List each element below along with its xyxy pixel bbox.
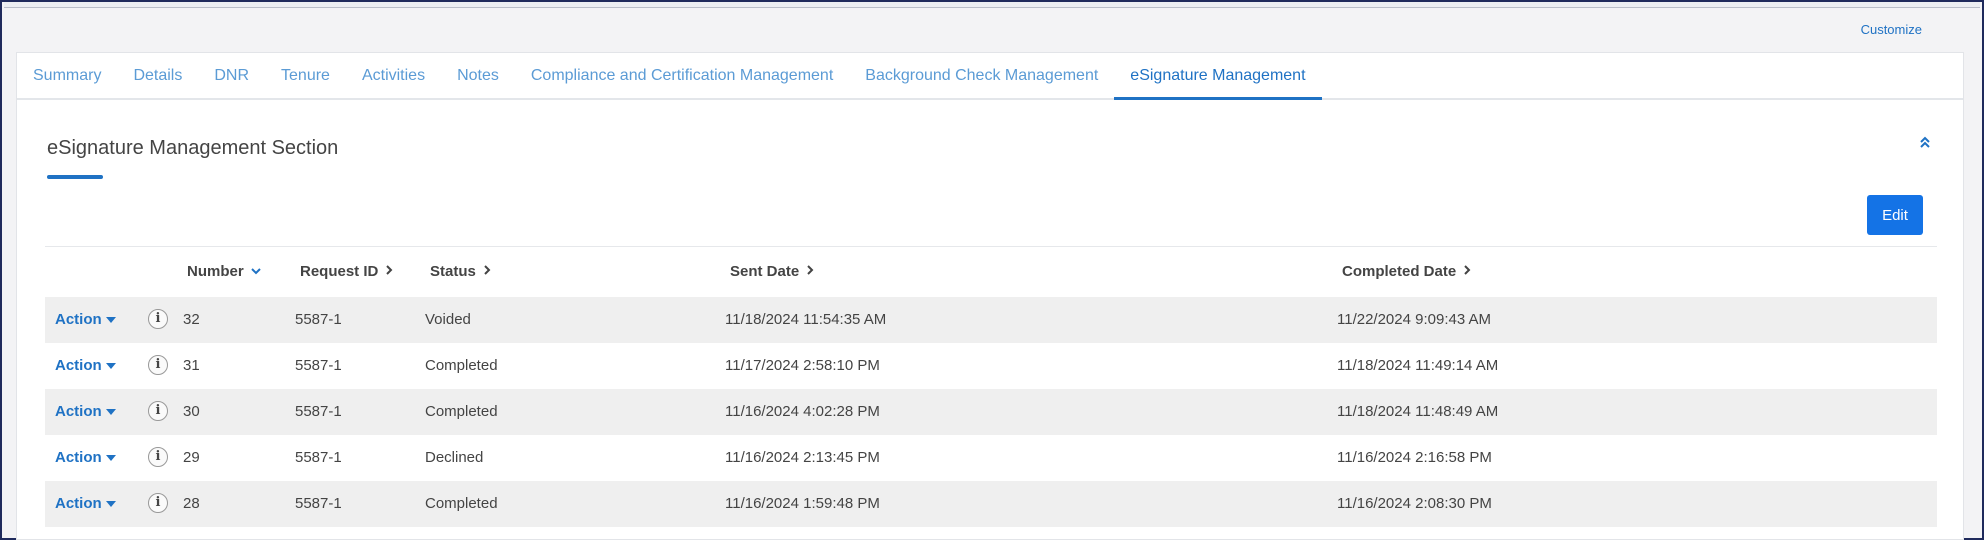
- action-menu[interactable]: Action: [55, 311, 116, 328]
- column-label: Sent Date: [730, 263, 800, 280]
- customize-link[interactable]: Customize: [1861, 22, 1922, 37]
- cell-number: 32: [183, 311, 200, 328]
- column-label: Status: [430, 263, 476, 280]
- table-row: Action i 30 5587-1 Completed 11/16/2024 …: [45, 389, 1937, 435]
- cell-request-id: 5587-1: [295, 495, 342, 512]
- caret-down-icon: [105, 362, 116, 369]
- column-header-sent-date[interactable]: Sent Date: [730, 263, 815, 280]
- cell-request-id: 5587-1: [295, 449, 342, 466]
- tab-dnr[interactable]: DNR: [198, 53, 265, 98]
- caret-down-icon: [105, 408, 116, 415]
- caret-down-icon: [105, 500, 116, 507]
- table-row: Action i 31 5587-1 Completed 11/17/2024 …: [45, 343, 1937, 389]
- info-icon[interactable]: i: [148, 493, 168, 513]
- cell-request-id: 5587-1: [295, 403, 342, 420]
- action-menu[interactable]: Action: [55, 403, 116, 420]
- cell-status: Declined: [425, 449, 484, 466]
- tab-tenure[interactable]: Tenure: [265, 53, 346, 98]
- tab-summary[interactable]: Summary: [17, 53, 117, 98]
- tab-esignature[interactable]: eSignature Management: [1114, 53, 1322, 100]
- action-label: Action: [55, 357, 102, 374]
- chevron-right-icon: [482, 263, 492, 280]
- action-label: Action: [55, 449, 102, 466]
- table-row: Action i 32 5587-1 Voided 11/18/2024 11:…: [45, 297, 1937, 343]
- cell-completed-date: 11/16/2024 2:16:58 PM: [1337, 449, 1492, 466]
- edit-button[interactable]: Edit: [1867, 195, 1923, 235]
- section-title: eSignature Management Section: [47, 137, 339, 159]
- tab-notes[interactable]: Notes: [441, 53, 515, 98]
- content-card: Summary Details DNR Tenure Activities No…: [16, 52, 1964, 540]
- cell-sent-date: 11/18/2024 11:54:35 AM: [725, 311, 887, 328]
- chevron-right-icon: [805, 263, 815, 280]
- tab-background-check[interactable]: Background Check Management: [849, 53, 1114, 98]
- cell-status: Completed: [425, 357, 498, 374]
- column-label: Completed Date: [1342, 263, 1457, 280]
- chevron-right-icon: [384, 263, 394, 280]
- chevron-right-icon: [1462, 263, 1472, 280]
- cell-number: 30: [183, 403, 200, 420]
- chevron-down-icon: [250, 263, 262, 280]
- info-icon[interactable]: i: [148, 447, 168, 467]
- tab-activities[interactable]: Activities: [346, 53, 441, 98]
- column-label: Request ID: [300, 263, 379, 280]
- cell-number: 28: [183, 495, 200, 512]
- action-label: Action: [55, 311, 102, 328]
- cell-completed-date: 11/18/2024 11:49:14 AM: [1337, 357, 1499, 374]
- column-header-number[interactable]: Number: [187, 263, 262, 280]
- table-row: Action i 29 5587-1 Declined 11/16/2024 2…: [45, 435, 1937, 481]
- cell-status: Completed: [425, 495, 498, 512]
- cell-sent-date: 11/16/2024 4:02:28 PM: [725, 403, 880, 420]
- caret-down-icon: [105, 454, 116, 461]
- title-underline: [47, 175, 103, 179]
- cell-number: 31: [183, 357, 200, 374]
- cell-sent-date: 11/16/2024 2:13:45 PM: [725, 449, 880, 466]
- cell-completed-date: 11/16/2024 2:08:30 PM: [1337, 495, 1492, 512]
- cell-number: 29: [183, 449, 200, 466]
- action-menu[interactable]: Action: [55, 495, 116, 512]
- tab-details[interactable]: Details: [117, 53, 198, 98]
- cell-request-id: 5587-1: [295, 311, 342, 328]
- info-icon[interactable]: i: [148, 401, 168, 421]
- double-chevron-up-icon[interactable]: [1917, 135, 1933, 151]
- info-icon[interactable]: i: [148, 309, 168, 329]
- action-label: Action: [55, 495, 102, 512]
- cell-sent-date: 11/17/2024 2:58:10 PM: [725, 357, 880, 374]
- cell-request-id: 5587-1: [295, 357, 342, 374]
- column-label: Number: [187, 263, 244, 280]
- action-menu[interactable]: Action: [55, 357, 116, 374]
- app-frame: Customize Summary Details DNR Tenure Act…: [0, 0, 1984, 540]
- cell-completed-date: 11/22/2024 9:09:43 AM: [1337, 311, 1492, 328]
- caret-down-icon: [105, 316, 116, 323]
- cell-status: Voided: [425, 311, 471, 328]
- cell-sent-date: 11/16/2024 1:59:48 PM: [725, 495, 880, 512]
- cell-completed-date: 11/18/2024 11:48:49 AM: [1337, 403, 1499, 420]
- tab-bar: Summary Details DNR Tenure Activities No…: [17, 53, 1963, 100]
- table-header: Number Request ID Status Sent Date Compl…: [45, 247, 1937, 297]
- info-icon[interactable]: i: [148, 355, 168, 375]
- action-menu[interactable]: Action: [55, 449, 116, 466]
- column-header-completed-date[interactable]: Completed Date: [1342, 263, 1472, 280]
- cell-status: Completed: [425, 403, 498, 420]
- table-row: Action i 28 5587-1 Completed 11/16/2024 …: [45, 481, 1937, 527]
- column-header-request-id[interactable]: Request ID: [300, 263, 394, 280]
- esignature-table: Number Request ID Status Sent Date Compl…: [45, 246, 1937, 527]
- tab-compliance[interactable]: Compliance and Certification Management: [515, 53, 849, 98]
- action-label: Action: [55, 403, 102, 420]
- column-header-status[interactable]: Status: [430, 263, 492, 280]
- top-bar: [4, 2, 1980, 8]
